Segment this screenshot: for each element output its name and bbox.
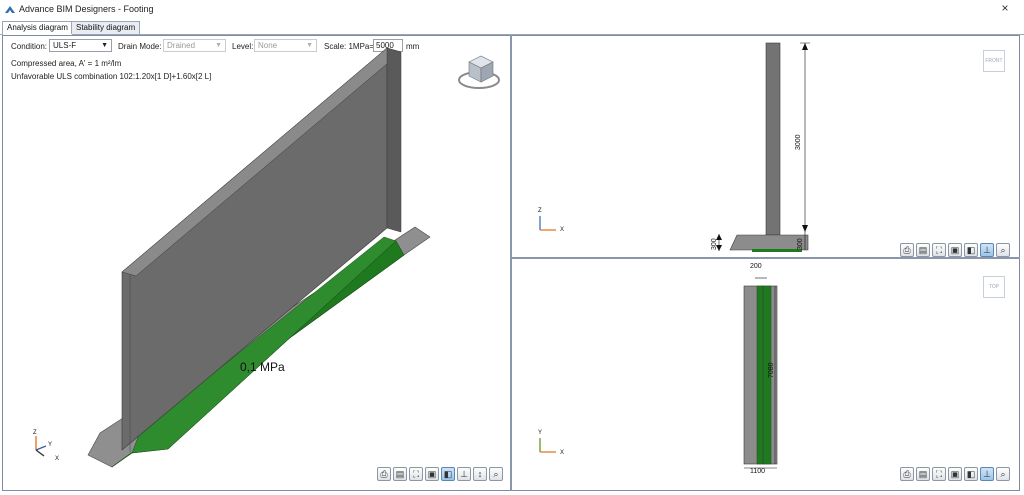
fit-icon[interactable]: ⛶	[932, 467, 946, 481]
front-pressure	[752, 249, 802, 252]
front-axis-x: X	[560, 227, 564, 233]
zoom-icon[interactable]: ⌕	[996, 467, 1010, 481]
render-mode-icon[interactable]: ◧	[441, 467, 455, 481]
wall-end-face	[386, 47, 402, 233]
zoom-window-icon[interactable]: ▣	[948, 243, 962, 257]
fit-icon[interactable]: ⛶	[932, 243, 946, 257]
zoom-icon[interactable]: ⌕	[996, 243, 1010, 257]
top-axis-x: X	[560, 450, 564, 456]
top-dim-width: 200	[750, 263, 762, 270]
toolbar-top: ⎙ ▤ ⛶ ▣ ◧ ⊥ ⌕	[900, 467, 1010, 481]
fit-icon[interactable]: ⛶	[409, 467, 423, 481]
axis-y-label: Y	[48, 442, 52, 448]
print-icon[interactable]: ⎙	[900, 467, 914, 481]
pressure-value-label: 0,1 MPa	[240, 360, 285, 374]
dimensions-icon[interactable]: ⊥	[980, 243, 994, 257]
dimensions-icon[interactable]: ⊥	[457, 467, 471, 481]
front-axis-z: Z	[538, 208, 542, 214]
axis-z-label: Z	[33, 430, 37, 436]
dimensions-icon[interactable]: ⊥	[980, 467, 994, 481]
zoom-window-icon[interactable]: ▣	[425, 467, 439, 481]
front-dim-base-right: 300	[797, 238, 804, 250]
top-view-tag[interactable]: TOP	[983, 276, 1005, 298]
viewcube-icon[interactable]	[455, 50, 505, 96]
zoom-icon[interactable]: ⌕	[489, 467, 503, 481]
top-axis-y: Y	[538, 430, 542, 436]
render-mode-icon[interactable]: ◧	[964, 467, 978, 481]
print-icon[interactable]: ⎙	[900, 243, 914, 257]
top-dim-length: 7080	[768, 362, 775, 378]
front-dim-base-left: 300	[711, 238, 718, 250]
export-icon[interactable]: ▤	[393, 467, 407, 481]
front-view: 3000 300 300 Z X	[538, 42, 810, 252]
front-wall	[765, 42, 781, 236]
front-dim-height: 3000	[795, 134, 802, 150]
print-icon[interactable]: ⎙	[377, 467, 391, 481]
axis-x-label: X	[55, 456, 59, 462]
toolbar-3d: ⎙ ▤ ⛶ ▣ ◧ ⊥ ↕ ⌕	[377, 467, 503, 481]
export-icon[interactable]: ▤	[916, 243, 930, 257]
top-view: 200 7080 1100 Y X	[538, 263, 778, 475]
export-icon[interactable]: ▤	[916, 467, 930, 481]
toolbar-front: ⎙ ▤ ⛶ ▣ ◧ ⊥ ⌕	[900, 243, 1010, 257]
axis-triad-3d: Z Y X	[33, 430, 59, 462]
front-view-tag[interactable]: FRONT	[983, 50, 1005, 72]
drawing-canvas[interactable]: 0,1 MPa Z Y X 3000 300 300 Z X 200 7080 …	[0, 0, 1024, 495]
top-dim-bottom: 1100	[750, 468, 765, 475]
dimension-toggle-icon[interactable]: ↕	[473, 467, 487, 481]
render-mode-icon[interactable]: ◧	[964, 243, 978, 257]
zoom-window-icon[interactable]: ▣	[948, 467, 962, 481]
